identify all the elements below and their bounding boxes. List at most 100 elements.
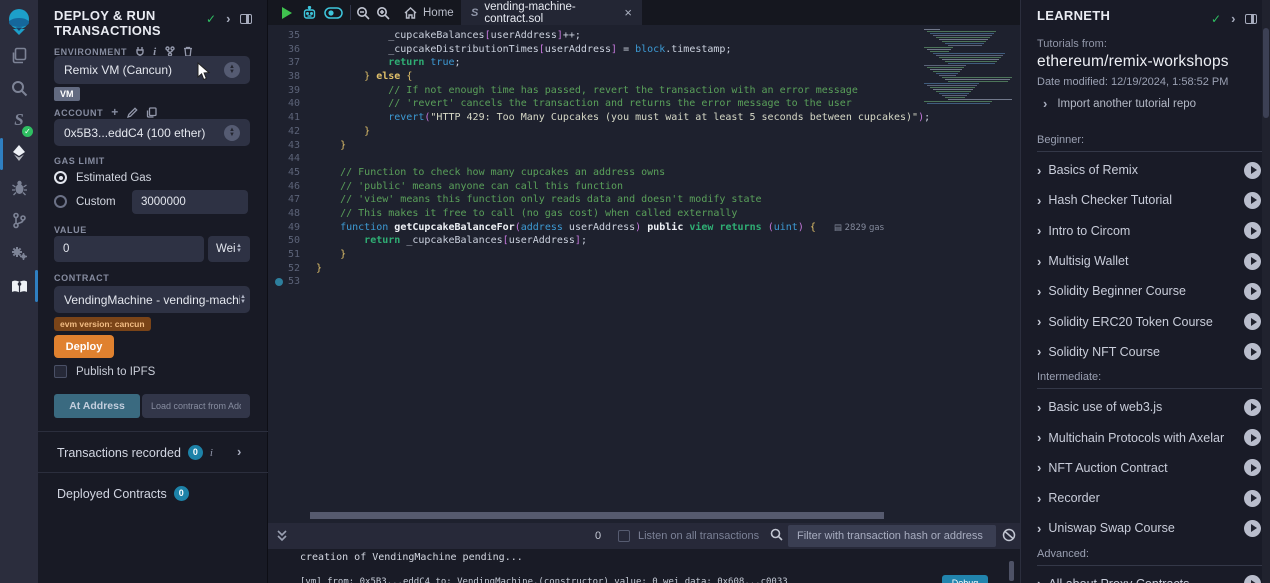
- code-line[interactable]: 50 return _cupcakeBalances[userAddress];: [268, 234, 1020, 248]
- code-line[interactable]: 35 _cupcakeBalances[userAddress]++;: [268, 29, 1020, 43]
- play-tutorial-button[interactable]: [1244, 283, 1261, 300]
- search-icon[interactable]: [770, 528, 783, 546]
- learneth-scrollbar-thumb[interactable]: [1263, 28, 1269, 118]
- debug-button[interactable]: Debug: [942, 575, 988, 583]
- line-number[interactable]: 46: [268, 180, 316, 194]
- copy-icon[interactable]: [146, 107, 157, 118]
- code-line[interactable]: 39 // If not enough time has passed, rev…: [268, 84, 1020, 98]
- horizontal-scrollbar[interactable]: [310, 512, 884, 519]
- learneth-scrollbar-track[interactable]: [1262, 0, 1270, 583]
- line-number[interactable]: 44: [268, 152, 316, 166]
- updates-check-icon[interactable]: ✓: [1211, 12, 1221, 26]
- zoom-out-icon[interactable]: [354, 0, 372, 25]
- value-input[interactable]: [54, 236, 204, 262]
- publish-ipfs-row[interactable]: Publish to IPFS: [54, 365, 155, 378]
- tutorial-item[interactable]: ›Uniswap Swap Course: [1037, 513, 1263, 543]
- code-line[interactable]: 37 return true;: [268, 56, 1020, 70]
- code-line[interactable]: 38 } else {: [268, 70, 1020, 84]
- run-script-button[interactable]: [278, 0, 294, 25]
- at-address-input[interactable]: [142, 394, 250, 418]
- code-line[interactable]: 44: [268, 152, 1020, 166]
- deploy-run-icon[interactable]: [0, 138, 38, 168]
- contract-select[interactable]: VendingMachine - vending-machin ▲▼: [54, 286, 250, 313]
- radio-unselected-icon[interactable]: [54, 195, 67, 208]
- play-tutorial-button[interactable]: [1244, 520, 1261, 537]
- line-number[interactable]: 49: [268, 221, 316, 235]
- info-icon[interactable]: i: [153, 47, 157, 57]
- deploy-button[interactable]: Deploy: [54, 335, 114, 358]
- code-line[interactable]: 53: [268, 275, 1020, 289]
- tutorial-item[interactable]: ›Basic use of web3.js: [1037, 392, 1263, 422]
- tutorial-item[interactable]: ›Multichain Protocols with Axelar: [1037, 422, 1263, 452]
- code-line[interactable]: 36 _cupcakeDistributionTimes[userAddress…: [268, 43, 1020, 57]
- ai-assistant-icon[interactable]: [300, 0, 318, 25]
- play-tutorial-button[interactable]: [1244, 343, 1261, 360]
- deployed-contracts-row[interactable]: Deployed Contracts 0: [57, 486, 189, 501]
- plus-icon[interactable]: +: [111, 108, 119, 117]
- code-line[interactable]: 46 // 'public' means anyone can call thi…: [268, 180, 1020, 194]
- radio-selected-icon[interactable]: [54, 171, 67, 184]
- edit-icon[interactable]: [127, 107, 138, 118]
- code-line[interactable]: 41 revert("HTTP 429: Too Many Cupcakes (…: [268, 111, 1020, 125]
- checkbox-icon[interactable]: [54, 365, 67, 378]
- line-number[interactable]: 41: [268, 111, 316, 125]
- close-tab-icon[interactable]: ×: [624, 5, 632, 20]
- play-tutorial-button[interactable]: [1244, 459, 1261, 476]
- play-tutorial-button[interactable]: [1244, 429, 1261, 446]
- listen-checkbox[interactable]: [618, 530, 630, 542]
- zoom-in-icon[interactable]: [374, 0, 392, 25]
- tab-home[interactable]: Home: [394, 0, 464, 25]
- git-icon[interactable]: [0, 205, 38, 235]
- line-number[interactable]: 52: [268, 262, 316, 276]
- code-lines[interactable]: 35 _cupcakeBalances[userAddress]++;36 _c…: [268, 25, 1020, 523]
- learneth-icon[interactable]: [0, 272, 38, 302]
- play-tutorial-button[interactable]: [1244, 222, 1261, 239]
- tutorial-item[interactable]: ›Intro to Circom: [1037, 216, 1263, 246]
- toggle-switch-icon[interactable]: [322, 0, 344, 25]
- line-number[interactable]: 42: [268, 125, 316, 139]
- import-tutorial-repo-row[interactable]: › Import another tutorial repo: [1043, 98, 1196, 110]
- solidity-compiler-icon[interactable]: S ✓: [0, 105, 38, 135]
- filter-transactions-input[interactable]: [788, 525, 996, 547]
- collapse-terminal-icon[interactable]: [276, 529, 288, 547]
- code-line[interactable]: 52}: [268, 262, 1020, 276]
- remix-logo-icon[interactable]: [0, 6, 38, 38]
- code-line[interactable]: 51 }: [268, 248, 1020, 262]
- tutorial-item[interactable]: ›NFT Auction Contract: [1037, 453, 1263, 483]
- value-unit-select[interactable]: Wei ▲▼: [208, 236, 250, 262]
- line-number[interactable]: 51: [268, 248, 316, 262]
- tutorial-item[interactable]: ›Basics of Remix: [1037, 155, 1263, 185]
- line-number[interactable]: 50: [268, 234, 316, 248]
- tutorial-item[interactable]: ›Multisig Wallet: [1037, 246, 1263, 276]
- tutorial-item[interactable]: ›Solidity ERC20 Token Course: [1037, 306, 1263, 336]
- updates-check-icon[interactable]: ✓: [206, 12, 216, 26]
- debugger-icon[interactable]: [0, 172, 38, 202]
- line-number[interactable]: 47: [268, 193, 316, 207]
- play-tutorial-button[interactable]: [1244, 575, 1261, 583]
- line-number[interactable]: 36: [268, 43, 316, 57]
- code-line[interactable]: 49 function getCupcakeBalanceFor(address…: [268, 221, 1020, 235]
- code-line[interactable]: 48 // This makes it free to call (no gas…: [268, 207, 1020, 221]
- file-explorer-icon[interactable]: [0, 40, 38, 70]
- expand-panel-icon[interactable]: ›: [1231, 14, 1235, 24]
- estimated-gas-radio-row[interactable]: Estimated Gas: [54, 171, 151, 184]
- play-tutorial-button[interactable]: [1244, 192, 1261, 209]
- search-icon[interactable]: [0, 73, 38, 103]
- tab-vending-machine-contract[interactable]: S vending-machine-contract.sol ×: [461, 0, 642, 25]
- tutorial-item[interactable]: ›Recorder: [1037, 483, 1263, 513]
- code-line[interactable]: 40 // 'revert' cancels the transaction a…: [268, 97, 1020, 111]
- expand-panel-icon[interactable]: ›: [226, 14, 230, 24]
- code-line[interactable]: 47 // 'view' means this function only re…: [268, 193, 1020, 207]
- line-number[interactable]: 39: [268, 84, 316, 98]
- terminal-scrollbar[interactable]: [1009, 561, 1014, 581]
- play-tutorial-button[interactable]: [1244, 162, 1261, 179]
- transactions-recorded-row[interactable]: Transactions recorded 0 i: [57, 445, 213, 460]
- code-line[interactable]: 45 // Function to check how many cupcake…: [268, 166, 1020, 180]
- pin-panel-icon[interactable]: [1245, 14, 1257, 24]
- account-select[interactable]: 0x5B3...eddC4 (100 ether) ▲▼: [54, 119, 250, 146]
- clear-console-icon[interactable]: [1002, 528, 1016, 547]
- line-number[interactable]: 48: [268, 207, 316, 221]
- line-number[interactable]: 37: [268, 56, 316, 70]
- code-line[interactable]: 42 }: [268, 125, 1020, 139]
- transactions-expand-icon[interactable]: ›: [237, 447, 241, 457]
